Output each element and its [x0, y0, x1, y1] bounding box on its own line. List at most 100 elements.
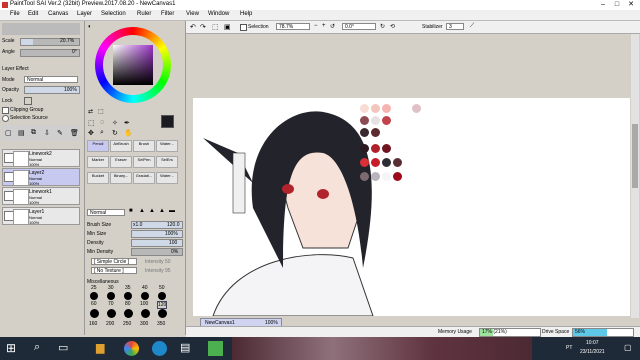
brush-tip-wide-icon[interactable]: ▬ — [169, 208, 175, 214]
maximize-button[interactable]: □ — [610, 0, 624, 10]
photos-icon[interactable]: ▤ — [180, 341, 195, 356]
brush-texture-select[interactable]: [ No Texture ] — [91, 267, 137, 274]
color-swatch[interactable] — [371, 128, 380, 137]
color-swatch[interactable] — [382, 144, 391, 153]
menu-canvas[interactable]: Canvas — [48, 11, 68, 17]
color-swatch[interactable] — [371, 144, 380, 153]
menu-selection[interactable]: Selection — [101, 11, 126, 17]
brush-tip-square-icon[interactable]: ■ — [129, 208, 133, 214]
color-swatch[interactable] — [382, 116, 391, 125]
tool-brush[interactable]: Brush — [133, 140, 155, 152]
menu-layer[interactable]: Layer — [77, 11, 92, 17]
color-swatch[interactable] — [360, 104, 369, 113]
color-swatch[interactable] — [360, 128, 369, 137]
zoom-tool-icon[interactable]: ⌕ — [100, 129, 104, 137]
tool-water-2[interactable]: Water... — [156, 172, 178, 184]
tool-gradation[interactable]: Gradati... — [133, 172, 155, 184]
close-button[interactable]: ✕ — [624, 0, 638, 10]
invert-selection-icon[interactable]: ▣ — [224, 23, 231, 31]
preset-dot[interactable] — [107, 292, 115, 300]
brush-shape-select[interactable]: [ Simple Circle ] — [91, 258, 137, 265]
notification-icon[interactable]: ▢ — [624, 343, 632, 352]
selection-checkbox[interactable] — [240, 24, 247, 31]
preset-dot[interactable] — [90, 309, 99, 318]
new-layer-icon[interactable]: ▢ — [5, 129, 12, 137]
vertical-scrollbar[interactable] — [631, 34, 639, 318]
angle-slider[interactable] — [20, 49, 80, 57]
zoom-out-icon[interactable]: − — [314, 23, 318, 29]
layer-row[interactable]: Layer1 Normal 100% — [2, 207, 80, 225]
tool-selers[interactable]: SelErs — [156, 156, 178, 168]
color-swatch[interactable] — [393, 172, 402, 181]
color-swatch[interactable] — [371, 104, 380, 113]
tool-eraser[interactable]: Eraser — [110, 156, 132, 168]
duplicate-layer-icon[interactable]: ⧉ — [31, 129, 36, 137]
transparent-color-icon[interactable]: ⬚ — [98, 108, 104, 115]
color-swatch[interactable] — [360, 158, 369, 167]
preset-dot[interactable] — [158, 309, 167, 318]
lasso-tool-icon[interactable]: ◌ — [100, 119, 104, 126]
color-swatch[interactable] — [371, 116, 380, 125]
tool-bucket[interactable]: Bucket — [87, 172, 109, 184]
color-swatch[interactable] — [360, 144, 369, 153]
preset-dot[interactable] — [158, 292, 166, 300]
saturation-value-square[interactable] — [113, 45, 153, 85]
brush-tip-flat-icon[interactable]: ▲ — [159, 208, 165, 214]
zoom-in-icon[interactable]: + — [322, 23, 326, 29]
tool-pencil[interactable]: Pencil — [87, 140, 109, 152]
delete-layer-icon[interactable]: 🗑 — [70, 129, 79, 137]
color-swatch[interactable] — [360, 116, 369, 125]
current-color-swatch[interactable] — [161, 115, 174, 128]
blend-mode-select[interactable]: Normal — [24, 76, 78, 83]
edge-icon[interactable] — [152, 341, 167, 356]
eyedropper-icon[interactable]: ✒ — [124, 119, 130, 127]
tool-binary[interactable]: Binary... — [110, 172, 132, 184]
color-swatch[interactable] — [382, 158, 391, 167]
task-view-icon[interactable]: ▭ — [58, 341, 73, 356]
selection-tool-icon[interactable]: ⬚ — [88, 119, 95, 127]
color-swatch[interactable] — [382, 172, 391, 181]
preset-dot[interactable] — [141, 292, 149, 300]
magic-wand-icon[interactable]: ✧ — [112, 119, 118, 127]
clock-date[interactable]: 23/11/2021 — [580, 349, 605, 355]
undo-icon[interactable]: ↶ — [190, 23, 196, 31]
file-explorer-icon[interactable]: ▆ — [96, 341, 111, 356]
color-swatch[interactable] — [382, 104, 391, 113]
stabilizer-select[interactable]: 3 — [446, 23, 464, 30]
layer-row[interactable]: Layer2 Normal 100% — [2, 168, 80, 186]
zoom-field[interactable]: 78.7% — [276, 23, 310, 30]
menu-view[interactable]: View — [186, 11, 199, 17]
chrome-icon[interactable] — [124, 341, 139, 356]
rotate-tool-icon[interactable]: ↻ — [112, 129, 118, 137]
rotate-left-icon[interactable]: ↺ — [330, 23, 335, 30]
start-button-icon[interactable]: ⊞ — [6, 341, 21, 356]
pen-pressure-icon[interactable]: ⟋ — [470, 23, 474, 30]
sai-taskbar-icon[interactable] — [208, 341, 223, 356]
layer-row[interactable]: Linework2 Normal 100% — [2, 149, 80, 167]
color-swatch[interactable] — [360, 172, 369, 181]
brush-tip-round-icon[interactable]: ▲ — [139, 208, 145, 214]
swap-color-icon[interactable]: ⇄ — [88, 108, 93, 115]
menu-file[interactable]: File — [10, 11, 20, 17]
preset-dot[interactable] — [124, 309, 133, 318]
tool-watercolor[interactable]: Water... — [156, 140, 178, 152]
tool-selpen[interactable]: SelPen — [133, 156, 155, 168]
color-mode-icon[interactable]: ◐ — [88, 24, 92, 30]
clock-time[interactable]: 10:07 — [586, 340, 599, 346]
redo-icon[interactable]: ↷ — [200, 23, 206, 31]
preset-dot[interactable] — [90, 292, 98, 300]
layer-row[interactable]: Linework1 Normal 100% — [2, 187, 80, 205]
drawing-canvas[interactable] — [193, 98, 630, 317]
angle-field[interactable]: 0.0° — [342, 23, 376, 30]
minimize-button[interactable]: – — [596, 0, 610, 10]
layer-effect-header[interactable]: Layer Effect — [2, 66, 29, 72]
brush-tip-soft-icon[interactable]: ▲ — [149, 208, 155, 214]
new-folder-icon[interactable]: ▤ — [18, 129, 25, 137]
clear-layer-icon[interactable]: ✎ — [57, 129, 63, 137]
merge-layer-icon[interactable]: ⇩ — [44, 129, 50, 137]
color-swatch[interactable] — [393, 158, 402, 167]
move-tool-icon[interactable]: ✥ — [88, 129, 94, 137]
menu-ruler[interactable]: Ruler — [137, 11, 151, 17]
tool-airbrush[interactable]: AirBrush — [110, 140, 132, 152]
clipping-checkbox[interactable] — [2, 107, 9, 114]
